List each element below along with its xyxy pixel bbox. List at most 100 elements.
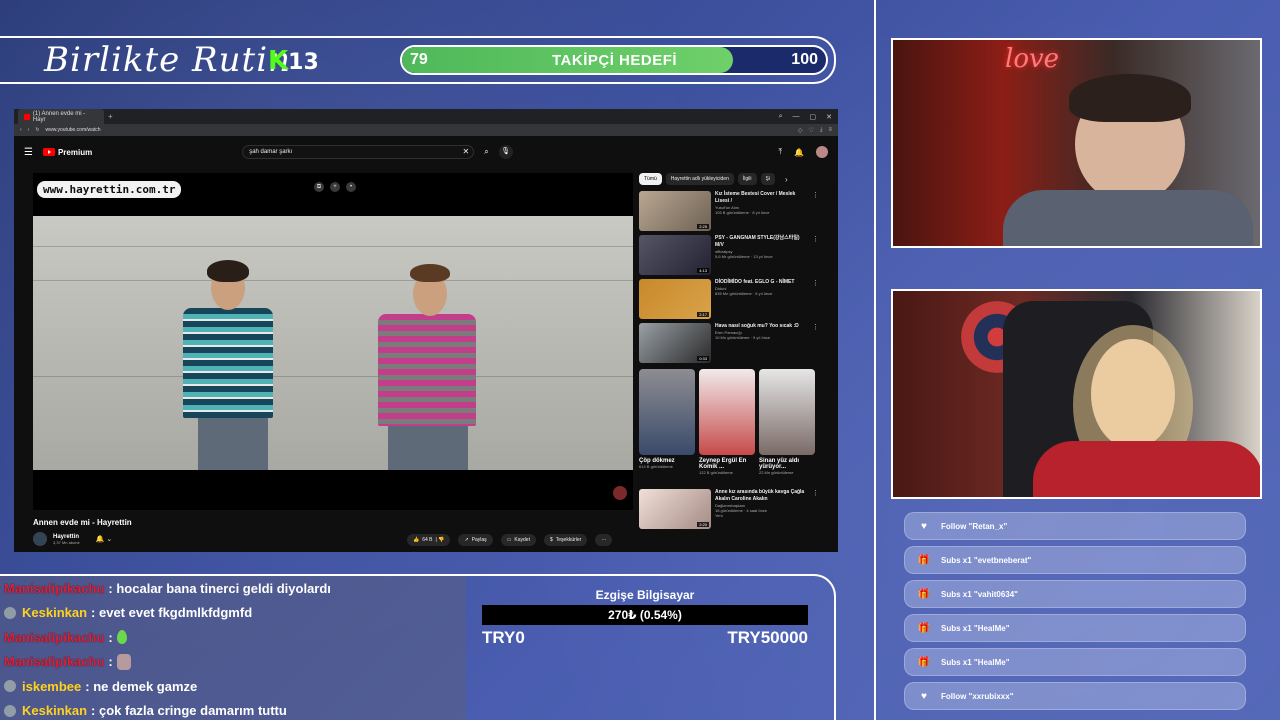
chip-more[interactable]: Şi	[760, 173, 775, 185]
kick-logo: K13	[268, 46, 319, 76]
list-item[interactable]: 2:25 Kız İsteme Bestesi Cover / Meslek L…	[639, 191, 819, 235]
save-button[interactable]: ▭ Kaydet	[500, 534, 536, 546]
channel-row: Hayrettin 3,37 Mn abone 🔔 ⌄	[33, 532, 112, 546]
add-icon[interactable]: +	[330, 182, 340, 192]
channel-avatar[interactable]	[33, 532, 47, 546]
chat-message: Manisalipikachu:	[0, 650, 466, 675]
youtube-logo[interactable]: Premium	[42, 148, 92, 157]
chat-message: Keskinkan: evet evet fkgdmlkfdgmfd	[0, 601, 466, 626]
shorts-shelf: Çöp dökmez 614 B görüntüleme Zeynep Ergül…	[639, 369, 819, 475]
chip-related[interactable]: İlgili	[737, 173, 757, 185]
chat-message: Manisalipikachu:	[0, 625, 466, 650]
video-watermark: www.hayrettin.com.tr	[37, 181, 182, 198]
miniplayer-icon[interactable]: ⧉	[314, 182, 324, 192]
chip-all[interactable]: Tümü	[639, 173, 662, 185]
share-icon: ↗	[464, 537, 469, 543]
short-item[interactable]: Çöp dökmez 614 B görüntüleme	[639, 369, 695, 475]
alert-item: ♥ Follow "xxrubixxx"	[904, 682, 1246, 710]
browser-window: (1) Annen evde mi - Hayr + ⌕ — ▢ ✕ ‹ › ↻…	[14, 109, 838, 552]
gift-icon: 🎁	[917, 622, 931, 634]
menu-icon[interactable]: ≡	[828, 127, 832, 134]
donation-goal: Ezgişe Bilgisayar 270₺ (0.54%) TRY0 TRY5…	[482, 588, 808, 648]
girl-emote-icon	[116, 653, 131, 670]
short-item[interactable]: Sinan yüz aldı yürüyor... 22 Mn görüntüle…	[759, 369, 815, 475]
list-item[interactable]: 4:13 PSY - GANGNAM STYLE(강남스타일) M/V offic…	[639, 235, 819, 279]
thanks-button[interactable]: $ Teşekkürler	[543, 534, 588, 546]
video-frame	[33, 216, 633, 470]
hamburger-icon[interactable]: ☰	[24, 147, 33, 158]
clear-search-icon[interactable]: ✕	[463, 147, 470, 156]
subscribe-bell-icon[interactable]: 🔔 ⌄	[96, 535, 113, 543]
chip-uploader[interactable]: Hayrettin adlı yükleyiciden	[665, 173, 734, 185]
donation-progress: 270₺ (0.54%)	[482, 605, 808, 625]
alert-item: 🎁 Subs x1 "evetbneberat"	[904, 546, 1246, 574]
bookmark-icon[interactable]: ♡	[808, 127, 813, 134]
chevron-right-icon[interactable]: ›	[785, 175, 788, 184]
like-icon: 👍	[413, 537, 420, 543]
like-button[interactable]: 👍 64 B | 👎	[407, 534, 451, 546]
brand-title: Birlikte Rutin	[44, 40, 291, 80]
donation-title: Ezgişe Bilgisayar	[595, 588, 695, 602]
search-input[interactable]: şah damar şarkı ✕	[242, 145, 475, 159]
video-title: Annen evde mi - Hayrettin	[33, 518, 132, 527]
more-vert-icon[interactable]: ⋮	[812, 323, 819, 367]
download-icon[interactable]: ⤓	[820, 127, 823, 134]
webcam-streamer-1: love	[891, 38, 1262, 248]
gift-icon: 🎁	[917, 554, 931, 566]
more-vert-icon[interactable]: ⋮	[812, 489, 819, 533]
webcam-streamer-2	[891, 289, 1262, 499]
back-icon[interactable]: ‹	[20, 127, 22, 133]
recommendations-sidebar: Tümü Hayrettin adlı yükleyiciden İlgili …	[639, 173, 819, 552]
donation-min: TRY0	[482, 628, 525, 647]
channel-name[interactable]: Hayrettin	[53, 534, 80, 540]
mic-icon[interactable]: 🎙	[498, 145, 513, 159]
drop-emote-icon	[116, 630, 127, 645]
window-controls: ⌕ — ▢ ✕	[779, 113, 838, 121]
chat-message: Keskinkan: çok fazla cringe damarım tutt…	[0, 699, 466, 720]
more-vert-icon[interactable]: ⋮	[812, 191, 819, 235]
more-button[interactable]: ···	[595, 534, 613, 546]
browser-tab[interactable]: (1) Annen evde mi - Hayr	[18, 109, 104, 125]
goal-title: TAKİPÇİ HEDEFİ	[552, 52, 678, 69]
close-icon[interactable]: ✕	[826, 113, 832, 121]
alert-item: 🎁 Subs x1 "HealMe"	[904, 614, 1246, 642]
more-vert-icon[interactable]: ⋮	[812, 279, 819, 323]
search-tabs-icon[interactable]: ⌕	[779, 113, 783, 121]
badge-icon	[4, 680, 16, 693]
alert-feed: ♥ Follow "Retan_x" 🎁 Subs x1 "evetbneberat…	[904, 512, 1246, 716]
more-vert-icon[interactable]: ⋮	[812, 235, 819, 279]
reload-icon[interactable]: ↻	[35, 127, 39, 133]
chat-message: iskembee: ne demek gamze	[0, 674, 466, 699]
alert-item: ♥ Follow "Retan_x"	[904, 512, 1246, 540]
follower-goal-bar: 79 TAKİPÇİ HEDEFİ 100	[400, 45, 828, 75]
avatar[interactable]	[816, 146, 828, 158]
new-tab-icon[interactable]: +	[108, 112, 113, 121]
bell-icon[interactable]: 🔔	[794, 148, 804, 157]
youtube-favicon-icon	[24, 113, 30, 120]
dislike-icon: | 👎	[435, 537, 445, 543]
search-icon[interactable]: ⌕	[484, 147, 488, 157]
settings-icon[interactable]: •	[346, 182, 356, 192]
list-item[interactable]: 2:20 Anne kız arasında büyük kavga Çağla…	[639, 489, 819, 533]
tab-bar: (1) Annen evde mi - Hayr + ⌕ — ▢ ✕	[14, 109, 838, 125]
donation-range: TRY0 TRY50000	[482, 628, 808, 648]
maximize-icon[interactable]: ▢	[810, 113, 817, 121]
forward-icon[interactable]: ›	[28, 127, 30, 133]
video-player[interactable]: www.hayrettin.com.tr ⧉ + •	[33, 173, 633, 510]
heart-icon: ♥	[921, 690, 927, 702]
channel-watermark-icon[interactable]	[613, 486, 627, 500]
toolbar-icons: ◇ ♡ ⤓ ≡	[798, 127, 832, 134]
donation-max: TRY50000	[727, 628, 808, 647]
minimize-icon[interactable]: —	[793, 113, 800, 121]
upload-icon[interactable]: ⤒	[778, 147, 782, 157]
url-field[interactable]: www.youtube.com/watch	[46, 127, 101, 133]
list-item[interactable]: 2:17 DİODİMİDO feat. EGLO G - NİMET Didun…	[639, 279, 819, 323]
extension-icon[interactable]: ◇	[798, 127, 803, 134]
chat-panel: Manisalipikachu: hocalar bana tinerci ge…	[0, 576, 466, 720]
alert-item: 🎁 Subs x1 "vahit0634"	[904, 580, 1246, 608]
video-overlay-controls: ⧉ + •	[314, 182, 356, 192]
share-button[interactable]: ↗ Paylaş	[458, 534, 493, 546]
list-item[interactable]: 0:33 Hava nasıl soğuk mu? Yoo sıcak :D Er…	[639, 323, 819, 367]
short-item[interactable]: Zeynep Ergül En Komik ... 122 B görüntüle…	[699, 369, 755, 475]
badge-icon	[4, 704, 16, 717]
